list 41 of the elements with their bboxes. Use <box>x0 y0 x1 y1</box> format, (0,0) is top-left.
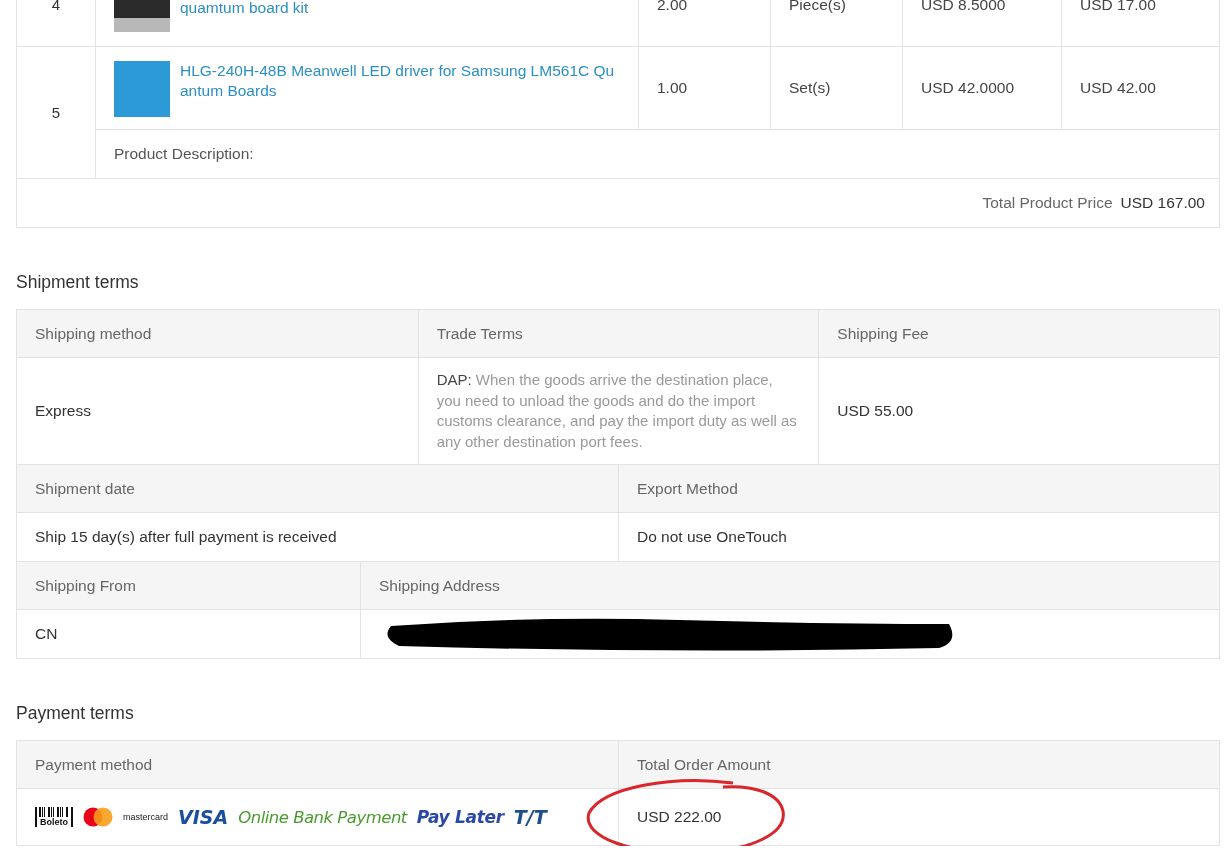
field-value: Do not use OneTouch <box>637 528 787 546</box>
barcode-icon <box>39 807 69 817</box>
unit-cell: Set(s) <box>789 79 831 97</box>
column-header: Trade Terms <box>417 310 819 358</box>
tt-logo: T/T <box>513 806 547 828</box>
boleto-logo: Boleto <box>35 807 73 827</box>
column-header: Shipping method <box>17 310 418 358</box>
product-description-label: Product Description: <box>114 145 254 163</box>
total-price-cell: USD 42.00 <box>1080 79 1156 97</box>
photo-placeholder <box>114 61 170 117</box>
column-header: Total Order Amount <box>618 741 1219 789</box>
column-header: Shipping Address <box>360 562 1219 610</box>
column-header: Export Method <box>618 465 1219 513</box>
pay-later-logo: Pay Later <box>416 807 504 827</box>
total-price-cell: USD 17.00 <box>1080 0 1156 14</box>
column-header: Shipping Fee <box>818 310 1219 358</box>
column-header: Shipment date <box>17 465 618 513</box>
field-value: USD 55.00 <box>837 402 914 420</box>
field-value: Express <box>35 402 91 420</box>
total-order-amount: USD 222.00 <box>637 808 722 826</box>
column-header: Shipping From <box>17 562 360 610</box>
quantity-cell: 1.00 <box>657 79 688 97</box>
visa-logo: VISA <box>178 806 229 828</box>
total-product-price-value: USD 167.00 <box>1120 194 1205 212</box>
row-number: 5 <box>51 104 61 121</box>
quantity-cell: 2.00 <box>657 0 688 14</box>
field-value: Ship 15 day(s) after full payment is received <box>35 528 337 546</box>
product-link[interactable]: HLG-240H-48B Meanwell LED driver for Samsung LM561C Quantum Boards <box>180 61 620 101</box>
trade-term-text: DAP: When the goods arrive the destination place, you need to unload the goods and do the import customs clearance, and pay the import duty as well as any other destination port fees. <box>436 370 798 452</box>
row-number: 4 <box>51 0 61 13</box>
mastercard-logo-text: mastercard <box>123 812 168 822</box>
product-link[interactable]: quamtum board kit <box>180 0 309 18</box>
total-product-price-label: Total Product Price <box>982 194 1113 212</box>
photo-placeholder <box>114 0 170 32</box>
section-title: Shipment terms <box>16 272 140 293</box>
field-value: CN <box>35 625 58 643</box>
column-header: Payment method <box>17 741 618 789</box>
section-title: Payment terms <box>16 703 135 724</box>
unit-price-cell: USD 42.0000 <box>921 79 1015 97</box>
online-bank-payment-logo: Online Bank Payment <box>238 807 407 827</box>
mastercard-circles-icon <box>83 807 113 827</box>
